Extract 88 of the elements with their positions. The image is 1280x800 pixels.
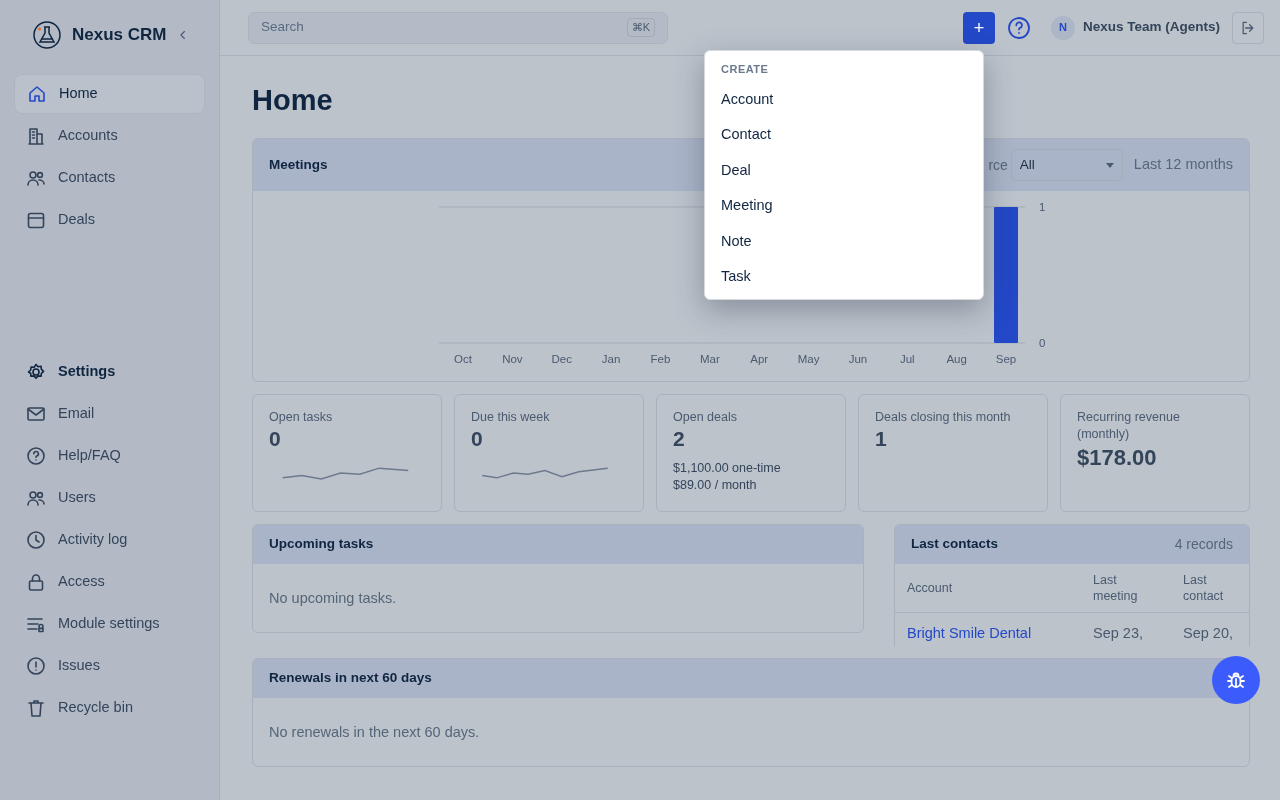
axis-month-label: May: [797, 353, 820, 365]
column-header: Last contact: [1171, 564, 1249, 613]
menu-item[interactable]: Task: [705, 259, 983, 295]
sidebar-item[interactable]: Deals: [14, 200, 205, 240]
axis-month-label: Nov: [502, 353, 523, 365]
panel-title: Last contacts: [911, 535, 999, 554]
logout-button[interactable]: [1232, 11, 1264, 44]
column-header: Last meeting: [1081, 564, 1171, 613]
user-name[interactable]: Nexus Team (Agents): [1082, 17, 1220, 38]
range-label: Last 12 months: [1133, 155, 1233, 175]
menu-item[interactable]: Contact: [705, 117, 983, 153]
flask-logo-icon: [32, 20, 62, 50]
help-icon[interactable]: [1006, 15, 1031, 40]
menu-item[interactable]: Account: [705, 81, 983, 117]
panel-title: Renewals in next 60 days: [269, 669, 432, 688]
logout-icon: [1240, 19, 1256, 36]
settings-icon: [26, 362, 46, 382]
column-header: Account: [895, 564, 1081, 613]
stat-detail: $1,100.00 one-time: [673, 460, 782, 477]
axis-month-label: Jan: [601, 353, 621, 365]
stat-label: Due this week: [471, 409, 551, 426]
stat-detail: $89.00 / month: [673, 477, 758, 494]
search-field[interactable]: Search ⌘K: [248, 11, 668, 44]
sidebar-item[interactable]: Activity log: [14, 520, 205, 560]
stat-value: 0: [471, 426, 484, 452]
axis-month-label: Sep: [995, 353, 1017, 365]
menu-item[interactable]: Note: [705, 223, 983, 259]
stat-label: Open tasks: [269, 409, 334, 426]
brand-name: Nexus CRM: [72, 24, 167, 47]
axis-tick-label: 1: [1039, 201, 1046, 213]
empty-message: No renewals in the next 60 days.: [268, 723, 481, 742]
section-heading: Settings: [58, 362, 116, 382]
axis-month-label: Jun: [848, 353, 868, 365]
clock-icon: [26, 530, 46, 550]
stat-label: Recurring revenue (monthly): [1077, 409, 1181, 443]
source-select[interactable]: All: [1010, 149, 1123, 181]
account-link[interactable]: Bright Smile Dental: [907, 625, 1032, 641]
placeholder-text: Search: [261, 18, 304, 37]
mail-icon: [26, 404, 46, 424]
axis-month-label: Dec: [551, 353, 572, 365]
users-icon: [26, 488, 46, 508]
caret-icon: [1105, 162, 1114, 168]
shortcut-hint: ⌘K: [626, 18, 655, 37]
menu-item[interactable]: Deal: [705, 152, 983, 188]
axis-tick-label: 0: [1039, 337, 1046, 349]
table-cell: Sep 20,: [1171, 612, 1249, 645]
users-icon: [26, 168, 46, 188]
sidebar-item[interactable]: Home: [14, 74, 205, 114]
stat-value: 1: [875, 426, 888, 452]
sidebar-item[interactable]: Email: [14, 394, 205, 434]
calendar-icon: [26, 210, 46, 230]
panel-title: Meetings: [269, 155, 328, 174]
empty-message: No upcoming tasks.: [268, 589, 398, 608]
building-icon: [26, 126, 46, 146]
filter-label: rce: [988, 155, 1008, 175]
bug-report-button[interactable]: [1212, 656, 1260, 704]
stat-label: Open deals: [673, 409, 738, 426]
record-count: 4 records: [1174, 535, 1233, 554]
axis-month-label: Mar: [699, 353, 720, 365]
sidebar-item[interactable]: Help/FAQ: [14, 436, 205, 476]
panel-title: Upcoming tasks: [269, 535, 374, 554]
lock-icon: [26, 572, 46, 592]
sidebar-item[interactable]: Issues: [14, 646, 205, 686]
stat-value: 0: [269, 426, 282, 452]
axis-month-label: Aug: [946, 353, 967, 365]
stat-value: 2: [673, 426, 686, 452]
help-icon: [26, 446, 46, 466]
page-title: Home: [252, 83, 333, 118]
sidebar-item[interactable]: Users: [14, 478, 205, 518]
sidebar-item[interactable]: Access: [14, 562, 205, 602]
alert-icon: [26, 656, 46, 676]
add-button[interactable]: +: [962, 11, 995, 44]
axis-month-label: Oct: [454, 353, 472, 365]
axis-month-label: Jul: [899, 353, 915, 365]
axis-month-label: Apr: [750, 353, 769, 365]
axis-month-label: Feb: [650, 353, 671, 365]
menu-item[interactable]: Meeting: [705, 188, 983, 224]
sidebar-item[interactable]: Module settings: [14, 604, 205, 644]
menu-heading: CREATE: [720, 62, 770, 77]
user-avatar[interactable]: N: [1050, 15, 1075, 40]
home-icon: [27, 84, 47, 104]
sidebar-item[interactable]: Contacts: [14, 158, 205, 198]
stat-value: $178.00: [1077, 445, 1158, 471]
sidebar-item[interactable]: Recycle bin: [14, 688, 205, 728]
trash-icon: [26, 698, 46, 718]
sidebar-item[interactable]: Accounts: [14, 116, 205, 156]
stat-label: Deals closing this month: [875, 409, 1012, 426]
table-cell: Sep 23,: [1081, 612, 1171, 645]
